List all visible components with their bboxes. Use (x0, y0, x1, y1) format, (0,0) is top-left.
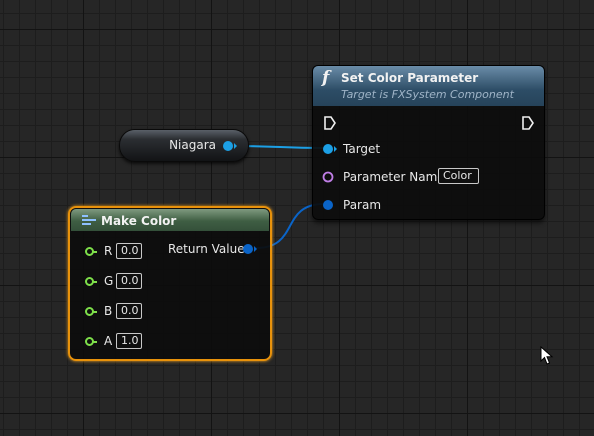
target-pin-label: Target (343, 142, 381, 156)
niagara-variable-node[interactable]: Niagara (119, 129, 249, 162)
node-header[interactable]: f Set Color Parameter Target is FXSystem… (313, 66, 544, 106)
a-pin-label: A (104, 334, 113, 348)
object-pin-icon[interactable] (222, 140, 238, 152)
g-pin-label: G (104, 274, 114, 288)
node-subtitle: Target is FXSystem Component (341, 88, 514, 101)
a-value-field[interactable]: 1.0 (116, 333, 142, 349)
r-pin-label: R (104, 244, 113, 258)
r-value-field[interactable]: 0.0 (116, 243, 142, 259)
parameter-name-field[interactable]: Color (438, 168, 479, 184)
make-color-node[interactable]: Make Color R 0.0 G 0.0 B 0.0 A 1.0 Retur… (68, 206, 272, 361)
b-pin-stem (93, 311, 97, 313)
return-value-pin-icon[interactable] (242, 243, 258, 255)
function-icon: f (322, 68, 330, 88)
mouse-cursor-icon (540, 346, 554, 365)
node-title: Set Color Parameter (341, 71, 479, 85)
return-value-label: Return Value (168, 242, 245, 256)
g-pin-stem (93, 281, 97, 283)
exec-input-pin-icon[interactable] (323, 115, 337, 131)
node-header[interactable]: Make Color (71, 209, 269, 231)
b-pin-label: B (104, 304, 113, 318)
parameter-name-pin-label: Parameter Name (343, 170, 445, 184)
param-pin-label: Param (343, 198, 382, 212)
param-pin-icon[interactable] (322, 199, 338, 211)
make-struct-icon (82, 215, 96, 227)
b-value-field[interactable]: 0.0 (116, 303, 142, 319)
set-color-parameter-node[interactable]: f Set Color Parameter Target is FXSystem… (312, 65, 545, 220)
niagara-label: Niagara (169, 138, 216, 152)
g-value-field[interactable]: 0.0 (116, 273, 142, 289)
exec-output-pin-icon[interactable] (521, 115, 535, 131)
parameter-name-pin-icon[interactable] (322, 171, 338, 183)
a-pin-stem (93, 341, 97, 343)
r-pin-stem (93, 251, 97, 253)
node-title: Make Color (101, 214, 177, 228)
target-pin-icon[interactable] (322, 143, 338, 155)
